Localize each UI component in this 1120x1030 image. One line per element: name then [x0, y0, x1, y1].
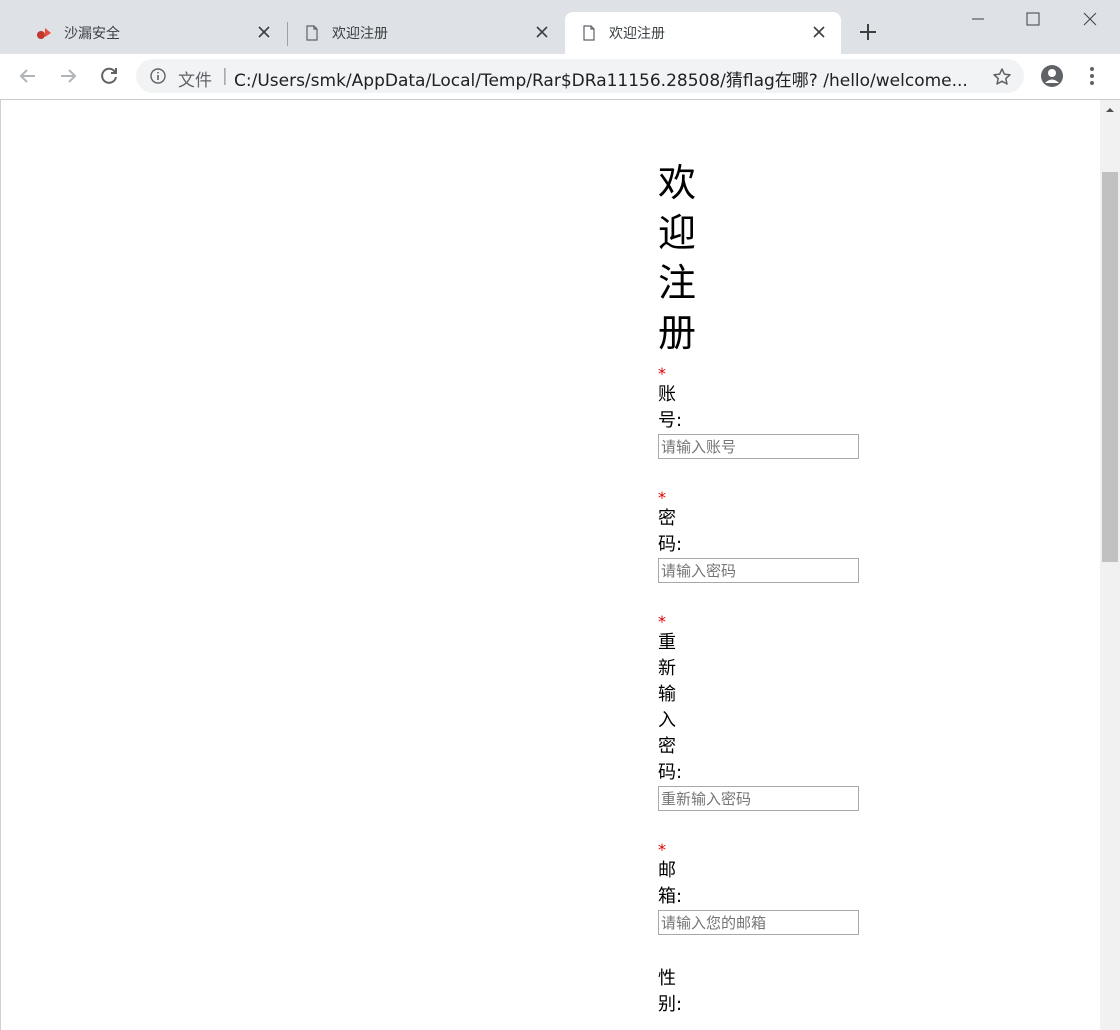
- bookmark-star-icon[interactable]: [992, 67, 1012, 87]
- vertical-scrollbar[interactable]: [1100, 100, 1120, 1030]
- scroll-up-arrow-icon[interactable]: [1100, 100, 1120, 120]
- required-mark: *: [658, 488, 666, 507]
- browser-toolbar: 文件 | C:/Users/smk/AppData/Local/Temp/Rar…: [0, 54, 1120, 100]
- password-input[interactable]: [658, 558, 859, 583]
- account-label: 账号:: [658, 384, 683, 431]
- brand-logo-icon: [37, 28, 51, 39]
- url-text[interactable]: C:/Users/smk/AppData/Local/Temp/Rar$DRa1…: [234, 66, 976, 91]
- tab-title: 欢迎注册: [609, 26, 665, 42]
- profile-icon[interactable]: [1040, 64, 1064, 88]
- tab-register-1[interactable]: 欢迎注册: [288, 12, 564, 54]
- reload-icon[interactable]: [97, 64, 121, 88]
- page-title: 欢迎注册: [658, 161, 697, 355]
- info-icon[interactable]: [150, 68, 166, 84]
- password-label: 密码:: [658, 508, 683, 555]
- browser-window: 沙漏安全 欢迎注册 欢迎注册 文件 | C:/Users/smk/AppData…: [0, 0, 1120, 1030]
- confirm-password-field: * 重新输入密码:: [658, 612, 859, 811]
- password-field: * 密码:: [658, 488, 859, 583]
- page-viewport: 欢迎注册 * 账号: * 密码: * 重新输入密码: * 邮箱:: [0, 100, 1100, 1030]
- email-label: 邮箱:: [658, 860, 683, 907]
- more-menu-icon[interactable]: [1083, 64, 1101, 88]
- email-input[interactable]: [658, 910, 859, 935]
- tab-register-active[interactable]: 欢迎注册: [565, 12, 841, 54]
- close-icon[interactable]: [811, 24, 827, 40]
- back-arrow-icon[interactable]: [16, 64, 40, 88]
- page-icon: [583, 25, 595, 41]
- required-mark: *: [658, 612, 666, 631]
- account-input[interactable]: [658, 434, 859, 459]
- close-icon[interactable]: [534, 24, 550, 40]
- scheme-separator: |: [222, 66, 228, 86]
- register-form: 欢迎注册 * 账号: * 密码: * 重新输入密码: * 邮箱:: [658, 158, 859, 1018]
- window-close-icon[interactable]: [1077, 6, 1103, 32]
- forward-arrow-icon[interactable]: [56, 64, 80, 88]
- confirm-password-label: 重新输入密码:: [658, 632, 683, 783]
- tab-title: 沙漏安全: [64, 26, 120, 42]
- required-mark: *: [658, 840, 666, 859]
- address-bar[interactable]: 文件 | C:/Users/smk/AppData/Local/Temp/Rar…: [136, 59, 1024, 93]
- email-field: * 邮箱:: [658, 840, 859, 935]
- close-icon[interactable]: [256, 24, 272, 40]
- required-mark: *: [658, 364, 666, 383]
- gender-label: 性别:: [658, 968, 683, 1015]
- gender-field: 性别:: [658, 966, 698, 1018]
- page-icon: [306, 25, 318, 41]
- maximize-icon[interactable]: [1020, 6, 1046, 32]
- tab-strip: 沙漏安全 欢迎注册 欢迎注册: [0, 0, 1120, 54]
- scheme-label: 文件: [178, 71, 212, 91]
- confirm-password-input[interactable]: [658, 786, 859, 811]
- minimize-icon[interactable]: [965, 6, 991, 32]
- tab-title: 欢迎注册: [332, 26, 388, 42]
- new-tab-icon[interactable]: [856, 20, 880, 44]
- tab-shalou[interactable]: 沙漏安全: [8, 12, 286, 54]
- account-field: * 账号:: [658, 364, 859, 459]
- scrollbar-thumb[interactable]: [1102, 172, 1118, 562]
